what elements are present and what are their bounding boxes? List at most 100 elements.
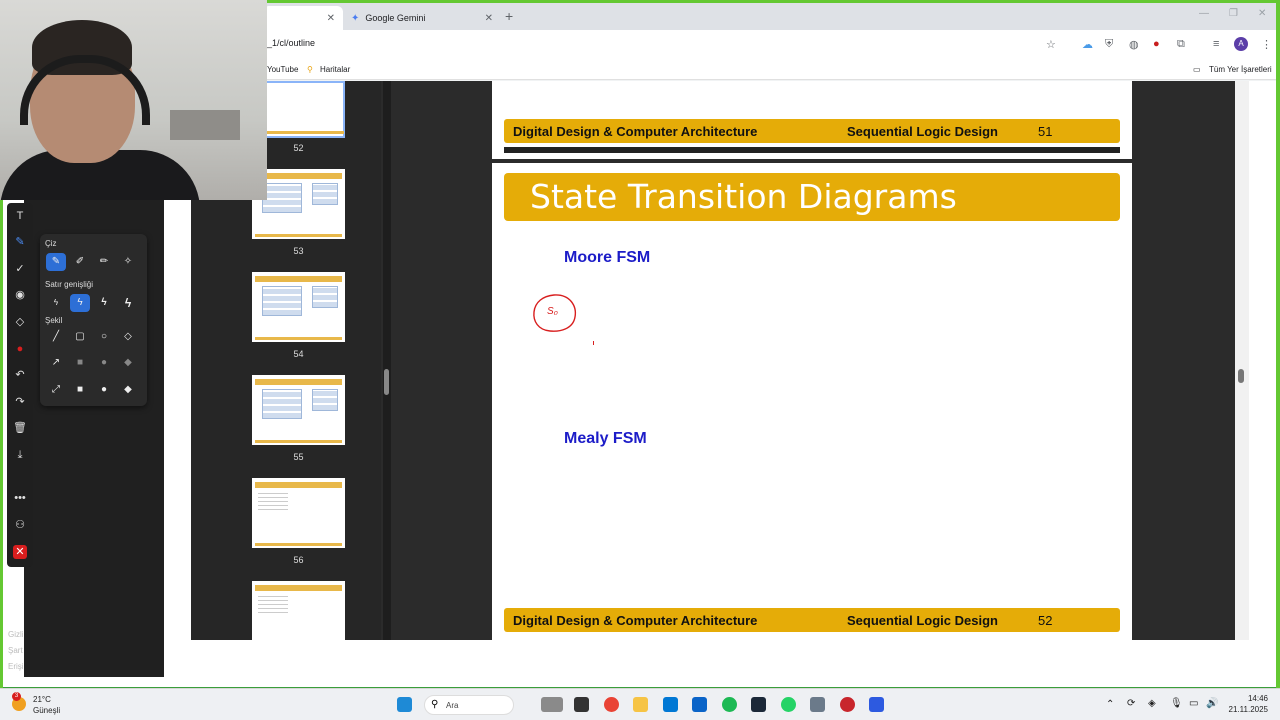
medium-line-icon[interactable]: ϟ <box>70 294 90 312</box>
spotify-icon[interactable] <box>722 697 737 712</box>
slide-footer-bar: Digital Design & Computer Architecture S… <box>504 119 1120 143</box>
clock-time[interactable]: 14:46 <box>1226 694 1268 703</box>
puzzle-icon[interactable]: ⧉ <box>1177 38 1185 51</box>
weather-badge: 3 <box>12 692 21 701</box>
laser-pointer-icon[interactable]: ◉ <box>7 284 33 306</box>
arrow-shape-icon[interactable]: ↗ <box>46 354 66 372</box>
widget-icon[interactable] <box>541 697 563 712</box>
magic-pen-icon[interactable]: ✧ <box>118 253 138 271</box>
rectangle-filled-icon[interactable]: ■ <box>70 381 90 399</box>
thumb-footer <box>255 337 342 340</box>
thumb-title-bar <box>255 276 342 282</box>
url-text[interactable]: _1/cl/outline <box>267 38 315 48</box>
text-tool-icon[interactable]: T <box>7 205 33 227</box>
chrome-icon[interactable] <box>604 697 619 712</box>
menu-icon[interactable]: ⋮ <box>1261 38 1272 51</box>
profile-avatar[interactable]: A <box>1234 37 1248 51</box>
close-icon[interactable]: ✕ <box>485 13 493 24</box>
diamond-filled-icon[interactable]: ◆ <box>118 381 138 399</box>
double-arrow-icon[interactable]: ⤢ <box>46 381 66 399</box>
side-label: Gizli <box>8 630 24 639</box>
steam-icon[interactable] <box>751 697 766 712</box>
slide-title: State Transition Diagrams <box>530 177 957 216</box>
drawing-toolbar: T ✎ ✓ ◉ ◇ ● ↶ ↷ 🗑 ⤓ ••• ⚇ ✕ <box>7 203 33 567</box>
diamond-filled-gray-icon[interactable]: ◆ <box>118 354 138 372</box>
close-toolbar-icon[interactable]: ✕ <box>7 541 33 563</box>
extension-icon[interactable]: ◍ <box>1129 38 1139 51</box>
thumbnail-57[interactable] <box>252 581 345 640</box>
more-icon[interactable]: ••• <box>7 487 33 509</box>
extra-thick-line-icon[interactable]: ϟ <box>118 294 138 312</box>
zoom-icon[interactable] <box>869 697 884 712</box>
thumb-table <box>312 389 338 411</box>
bookmark-all[interactable]: Tüm Yer İşaretleri <box>1209 65 1272 74</box>
scrollbar-thumb[interactable] <box>1238 369 1244 383</box>
draw-label: Çiz <box>45 239 57 248</box>
windows-start-icon[interactable] <box>397 697 412 712</box>
rectangle-filled-gray-icon[interactable]: ■ <box>70 354 90 372</box>
adblock-extension-icon[interactable]: ● <box>1153 38 1160 50</box>
task-view-icon[interactable] <box>574 697 589 712</box>
minimize-icon[interactable]: — <box>1199 8 1209 19</box>
trash-icon[interactable]: 🗑 <box>7 417 33 439</box>
undo-icon[interactable]: ↶ <box>7 364 33 386</box>
sync-icon[interactable]: ⟳ <box>1127 698 1135 709</box>
network-icon[interactable]: ◈ <box>1148 698 1156 709</box>
microphone-icon[interactable]: 🎙 <box>1170 698 1183 709</box>
rectangle-outline-icon[interactable]: ▢ <box>70 328 90 346</box>
thumbnail-55[interactable] <box>252 375 345 445</box>
bookmark-maps[interactable]: Haritalar <box>320 65 350 74</box>
close-window-icon[interactable]: ✕ <box>1258 8 1266 19</box>
clock-date[interactable]: 21.11.2025 <box>1226 705 1268 714</box>
thumbnail-56[interactable] <box>252 478 345 548</box>
circle-outline-icon[interactable]: ○ <box>94 328 114 346</box>
footer-topic: Sequential Logic Design <box>847 613 998 628</box>
outlook-icon[interactable] <box>692 697 707 712</box>
monitor-icon[interactable]: ▭ <box>1189 698 1198 709</box>
circle-filled-gray-icon[interactable]: ● <box>94 354 114 372</box>
star-icon[interactable]: ☆ <box>1046 38 1056 51</box>
hand-drawn-state-label: S₀ <box>547 306 558 317</box>
store-icon[interactable] <box>663 697 678 712</box>
color-picker-icon[interactable]: ● <box>7 338 33 360</box>
volume-icon[interactable]: 🔊 <box>1206 698 1218 709</box>
thick-line-icon[interactable]: ϟ <box>94 294 114 312</box>
download-icon[interactable]: ⤓ <box>7 444 33 466</box>
circle-filled-icon[interactable]: ● <box>94 381 114 399</box>
new-tab-icon[interactable]: + <box>505 8 513 24</box>
settings-icon[interactable] <box>810 697 825 712</box>
tab-active[interactable]: ✕ <box>263 6 343 30</box>
pencil-icon[interactable]: ✐ <box>70 253 90 271</box>
check-icon[interactable]: ✓ <box>7 258 33 280</box>
media-icon[interactable]: ≡ <box>1213 38 1219 50</box>
gemini-icon: ✦ <box>351 12 360 24</box>
cloud-extension-icon[interactable]: ☁ <box>1082 38 1093 51</box>
shield-extension-icon[interactable]: ⛨ <box>1105 38 1113 51</box>
footer-page-number: 51 <box>1038 124 1053 139</box>
highlighter-icon[interactable]: ✏ <box>94 253 114 271</box>
pen-tool-icon[interactable]: ✎ <box>7 231 33 253</box>
restore-icon[interactable]: ❐ <box>1229 8 1238 19</box>
search-icon: ⚲ <box>431 699 439 710</box>
viewer-scrollbar[interactable] <box>1235 81 1249 640</box>
app-icon[interactable] <box>840 697 855 712</box>
bookmark-youtube[interactable]: YouTube <box>267 65 298 74</box>
user-settings-icon[interactable]: ⚇ <box>7 514 33 536</box>
file-explorer-icon[interactable] <box>633 697 648 712</box>
eraser-icon[interactable]: ◇ <box>7 311 33 333</box>
line-shape-icon[interactable]: ╱ <box>46 328 66 346</box>
taskbar-search[interactable]: ⚲ Ara <box>424 695 514 715</box>
webcam-background-shelf <box>170 110 240 140</box>
pen-icon[interactable]: ✎ <box>46 253 66 271</box>
tab-google-gemini[interactable]: ✦ Google Gemini ✕ <box>343 6 501 30</box>
redo-icon[interactable]: ↷ <box>7 391 33 413</box>
close-icon[interactable]: ✕ <box>327 13 335 24</box>
diamond-outline-icon[interactable]: ◇ <box>118 328 138 346</box>
thumbnail-54[interactable] <box>252 272 345 342</box>
chevron-up-icon[interactable]: ⌃ <box>1106 699 1114 710</box>
draw-options-popup: Çiz ✎ ✐ ✏ ✧ Satır genişliği ϟ ϟ ϟ ϟ Şeki… <box>40 234 147 406</box>
thin-line-icon[interactable]: ϟ <box>46 294 66 312</box>
thumbnail-scrollbar[interactable] <box>383 81 391 640</box>
whatsapp-icon[interactable] <box>781 697 796 712</box>
scrollbar-thumb[interactable] <box>384 369 389 395</box>
